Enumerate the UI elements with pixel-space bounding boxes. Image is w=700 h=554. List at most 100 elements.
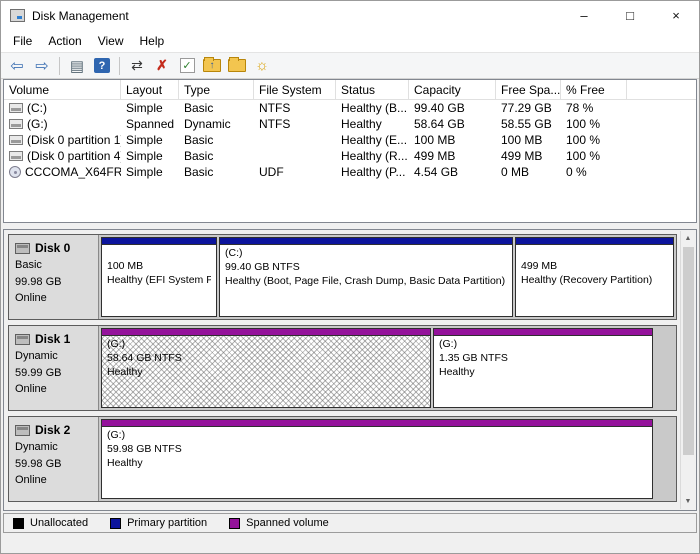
disk-1-label[interactable]: Disk 1 Dynamic 59.99 GB Online — [9, 326, 99, 410]
capacity-cell: 99.40 GB — [409, 101, 496, 115]
properties-icon[interactable]: ☼ — [251, 55, 273, 77]
disk-0-partitions: 100 MB Healthy (EFI System P (C:) 99.40 … — [99, 235, 676, 319]
back-icon[interactable]: ⇦ — [6, 55, 28, 77]
drive-icon — [9, 151, 23, 161]
pct-free-cell: 100 % — [561, 117, 627, 131]
volume-name: (C:) — [27, 101, 47, 115]
drive-icon — [9, 103, 23, 113]
disk-status: Online — [15, 290, 92, 307]
partition-size: 59.98 GB NTFS — [107, 443, 647, 457]
volume-row-c[interactable]: (C:) Simple Basic NTFS Healthy (B... 99.… — [4, 100, 696, 116]
legend-unallocated: Unallocated — [13, 517, 88, 529]
layout-cell: Simple — [121, 149, 179, 163]
toolbar-separator — [119, 57, 120, 75]
explore-folder-icon[interactable] — [226, 55, 248, 77]
column-header-pct-free[interactable]: % Free — [561, 80, 627, 99]
graphical-view-pane: Disk 0 Basic 99.98 GB Online 100 MB Heal… — [3, 229, 697, 511]
toolbar: ⇦ ⇨ ▤ ? ⇄ ✗ ✓ ↑ ☼ — [1, 52, 699, 79]
disk-status: Online — [15, 472, 92, 489]
partition-c[interactable]: (C:) 99.40 GB NTFS Healthy (Boot, Page F… — [219, 237, 513, 317]
free-space-cell: 0 MB — [496, 165, 561, 179]
menu-action[interactable]: Action — [40, 31, 89, 51]
pct-free-cell: 100 % — [561, 149, 627, 163]
window-controls: – □ × — [561, 1, 699, 30]
layout-cell: Simple — [121, 101, 179, 115]
status-cell: Healthy (P... — [336, 165, 409, 179]
partition-status: Healthy — [107, 366, 425, 380]
partition-body: 499 MB Healthy (Recovery Partition) — [516, 245, 673, 316]
partition-body: (G:) 1.35 GB NTFS Healthy — [434, 336, 652, 407]
disk-1-partitions: (G:) 58.64 GB NTFS Healthy (G:) 1.35 GB … — [99, 326, 676, 410]
drive-icon — [9, 135, 23, 145]
scroll-up-icon[interactable]: ▲ — [681, 231, 696, 246]
disk-name: Disk 1 — [35, 330, 70, 348]
partition-g-spanned-1[interactable]: (G:) 58.64 GB NTFS Healthy — [101, 328, 431, 408]
partition-g-spanned-2[interactable]: (G:) 1.35 GB NTFS Healthy — [433, 328, 653, 408]
partition-recovery[interactable]: 499 MB Healthy (Recovery Partition) — [515, 237, 674, 317]
volume-name-cell: (Disk 0 partition 4) — [4, 149, 121, 163]
menu-help[interactable]: Help — [132, 31, 173, 51]
partition-size: 99.40 GB NTFS — [225, 261, 507, 275]
column-header-type[interactable]: Type — [179, 80, 254, 99]
disk-type: Dynamic — [15, 348, 92, 365]
disk-2-partitions: (G:) 59.98 GB NTFS Healthy — [99, 417, 676, 501]
volume-list-pane: Volume Layout Type File System Status Ca… — [3, 79, 697, 223]
column-header-filler — [627, 80, 696, 99]
drive-icon — [9, 119, 23, 129]
column-header-volume[interactable]: Volume — [4, 80, 121, 99]
mark-partition-active-icon[interactable]: ✓ — [176, 55, 198, 77]
volume-row-g[interactable]: (G:) Spanned Dynamic NTFS Healthy 58.64 … — [4, 116, 696, 132]
volume-row-cccoma[interactable]: CCCOMA_X64FRE... Simple Basic UDF Health… — [4, 164, 696, 180]
check-glyph: ✓ — [180, 58, 195, 73]
volume-row-disk0-part4[interactable]: (Disk 0 partition 4) Simple Basic Health… — [4, 148, 696, 164]
scroll-down-icon[interactable]: ▼ — [681, 494, 696, 509]
menu-file[interactable]: File — [5, 31, 40, 51]
legend-label: Primary partition — [127, 517, 207, 529]
capacity-cell: 4.54 GB — [409, 165, 496, 179]
legend-primary-partition: Primary partition — [110, 517, 207, 529]
partition-efi[interactable]: 100 MB Healthy (EFI System P — [101, 237, 217, 317]
partition-title: (G:) — [107, 429, 647, 443]
capacity-cell: 100 MB — [409, 133, 496, 147]
help-icon[interactable]: ? — [91, 55, 113, 77]
vertical-scrollbar[interactable]: ▲ ▼ — [680, 231, 695, 509]
legend-label: Spanned volume — [246, 517, 329, 529]
column-header-status[interactable]: Status — [336, 80, 409, 99]
disk-0-label[interactable]: Disk 0 Basic 99.98 GB Online — [9, 235, 99, 319]
forward-icon[interactable]: ⇨ — [31, 55, 53, 77]
help-glyph: ? — [94, 58, 110, 73]
refresh-icon[interactable]: ⇄ — [126, 55, 148, 77]
pct-free-cell: 0 % — [561, 165, 627, 179]
capacity-cell: 58.64 GB — [409, 117, 496, 131]
volume-row-disk0-part1[interactable]: (Disk 0 partition 1) Simple Basic Health… — [4, 132, 696, 148]
volume-name-cell: CCCOMA_X64FRE... — [4, 165, 121, 179]
disk-2-label[interactable]: Disk 2 Dynamic 59.98 GB Online — [9, 417, 99, 501]
open-folder-icon[interactable]: ↑ — [201, 55, 223, 77]
maximize-button[interactable]: □ — [607, 1, 653, 30]
disk-icon — [15, 243, 30, 254]
partition-color-bar — [102, 238, 216, 245]
column-header-free-space[interactable]: Free Spa... — [496, 80, 561, 99]
partition-body: (G:) 59.98 GB NTFS Healthy — [102, 427, 652, 498]
partition-color-bar — [102, 420, 652, 427]
column-header-file-system[interactable]: File System — [254, 80, 336, 99]
partition-size: 100 MB — [107, 260, 211, 274]
partition-size: 1.35 GB NTFS — [439, 352, 647, 366]
type-cell: Basic — [179, 133, 254, 147]
disk-management-app-icon — [10, 9, 25, 22]
layout-cell: Simple — [121, 133, 179, 147]
open-arrow-glyph: ↑ — [203, 59, 221, 72]
show-console-tree-icon[interactable]: ▤ — [66, 55, 88, 77]
column-header-layout[interactable]: Layout — [121, 80, 179, 99]
close-button[interactable]: × — [653, 1, 699, 30]
volume-name: (G:) — [27, 117, 48, 131]
menu-view[interactable]: View — [90, 31, 132, 51]
column-header-capacity[interactable]: Capacity — [409, 80, 496, 99]
file-system-cell: NTFS — [254, 101, 336, 115]
type-cell: Basic — [179, 101, 254, 115]
scrollbar-thumb[interactable] — [683, 247, 694, 455]
partition-g-spanned-3[interactable]: (G:) 59.98 GB NTFS Healthy — [101, 419, 653, 499]
pct-free-cell: 78 % — [561, 101, 627, 115]
delete-volume-icon[interactable]: ✗ — [151, 55, 173, 77]
minimize-button[interactable]: – — [561, 1, 607, 30]
